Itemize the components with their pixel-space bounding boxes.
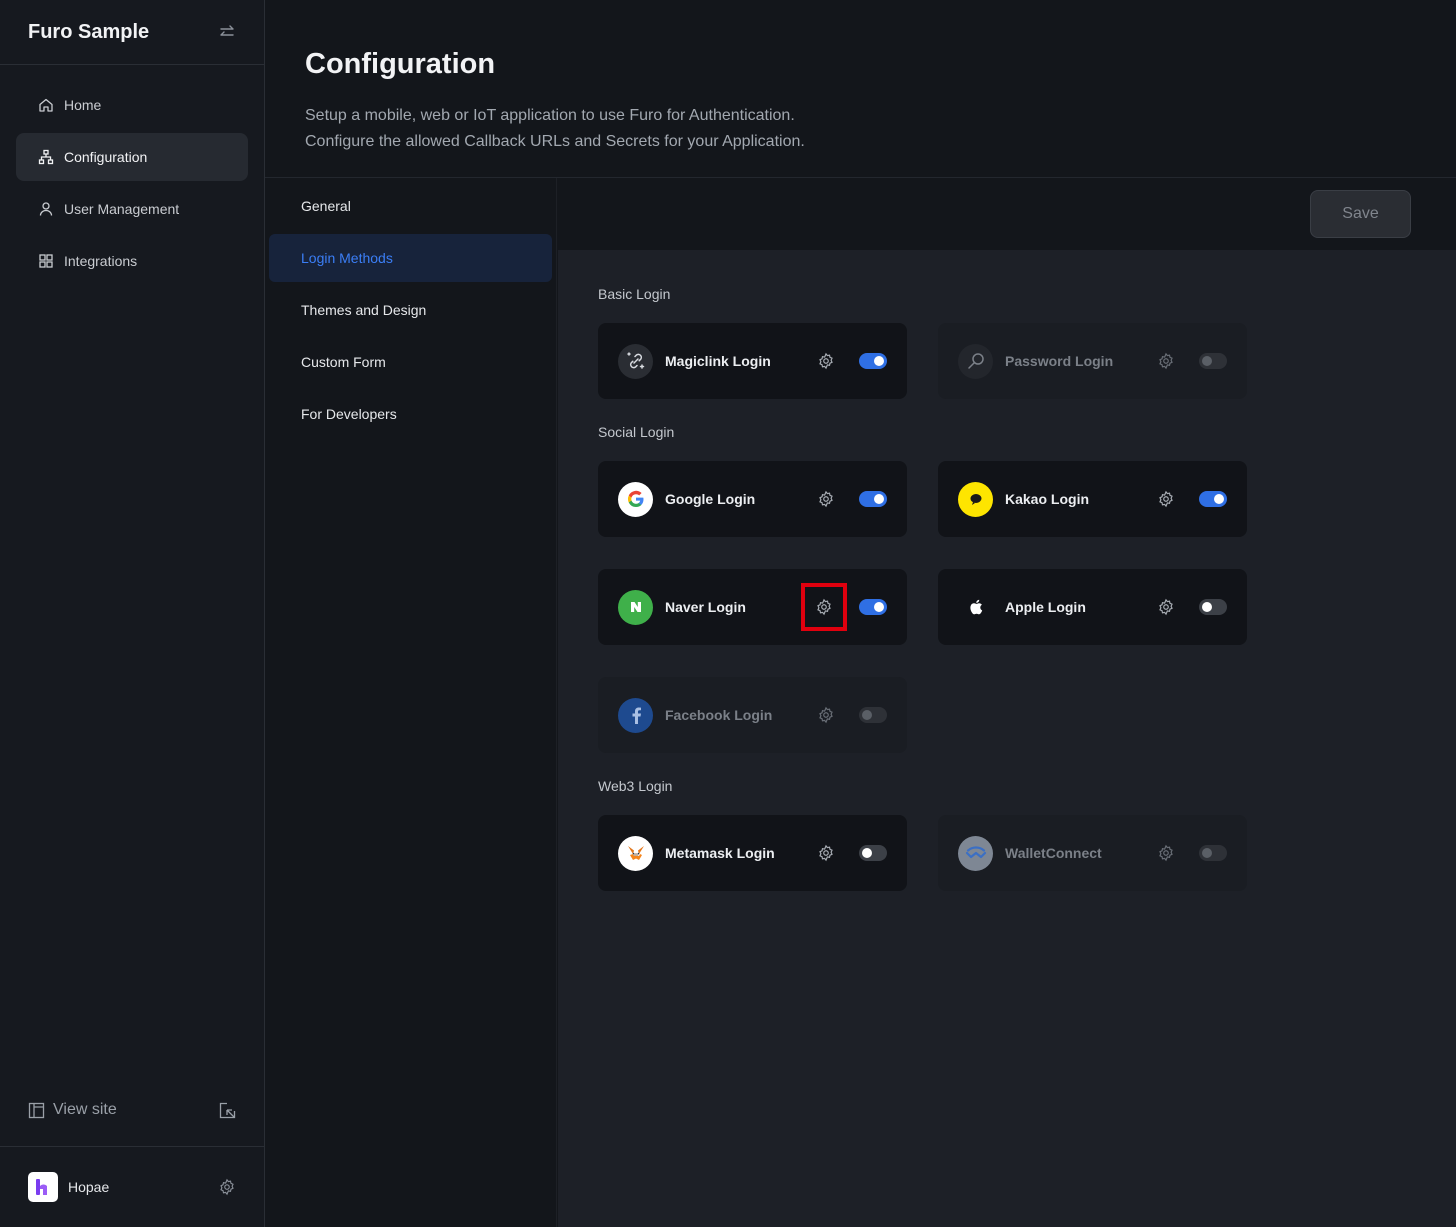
google-toggle[interactable] [859,491,887,507]
hopae-logo-icon [36,1179,47,1195]
magiclink-toggle[interactable] [859,353,887,369]
sidebar-item-label: Home [64,97,102,113]
kakao-settings-gear-icon[interactable] [1151,484,1181,514]
login-card-apple: Apple Login [938,569,1247,645]
page-description-line-2: Configure the allowed Callback URLs and … [305,133,805,150]
walletconnect-toggle[interactable] [1199,845,1227,861]
main: Configuration Setup a mobile, web or IoT… [265,0,1456,1227]
toolbar: Save [558,178,1456,250]
naver-icon [618,589,653,625]
card-label: Google Login [665,491,756,507]
login-methods-panel: Save Basic Login Magiclink Login Passwor… [558,178,1456,1227]
page-title: Configuration [305,48,496,80]
user-name: Hopae [68,1179,110,1195]
tab-login-methods[interactable]: Login Methods [269,234,552,282]
tab-for-developers[interactable]: For Developers [269,390,552,438]
sidebar-item-label: Integrations [64,253,138,269]
walletconnect-settings-gear-icon[interactable] [1151,838,1181,868]
sidebar: Furo Sample Home Configuration User Mana… [0,0,265,1227]
apple-settings-gear-icon[interactable] [1151,592,1181,622]
collapse-sidebar-icon[interactable] [218,23,236,41]
facebook-toggle[interactable] [859,707,887,723]
avatar [28,1172,58,1202]
section-title-social: Social Login [598,424,675,440]
sidebar-nav: Home Configuration User Management Integ… [0,65,264,305]
config-subnav: General Login Methods Themes and Design … [265,178,557,1227]
google-settings-gear-icon[interactable] [811,484,841,514]
naver-toggle[interactable] [859,599,887,615]
section-title-basic: Basic Login [598,286,671,302]
tab-custom-form[interactable]: Custom Form [269,338,552,386]
card-label: Facebook Login [665,707,773,723]
home-icon [39,98,53,112]
view-site-link[interactable]: View site [28,1101,117,1119]
key-icon [958,343,993,379]
section-title-web3: Web3 Login [598,778,673,794]
login-card-walletconnect: WalletConnect [938,815,1247,891]
sidebar-item-configuration[interactable]: Configuration [16,133,248,181]
sidebar-header: Furo Sample [0,0,264,65]
login-card-password: Password Login [938,323,1247,399]
password-toggle[interactable] [1199,353,1227,369]
sitemap-icon [38,149,54,165]
kakao-toggle[interactable] [1199,491,1227,507]
apple-toggle[interactable] [1199,599,1227,615]
login-card-magiclink: Magiclink Login [598,323,907,399]
view-site-row: View site [0,1086,264,1134]
account-settings-icon[interactable] [218,1178,236,1196]
save-button[interactable]: Save [1310,190,1411,238]
magiclink-settings-gear-icon[interactable] [811,346,841,376]
basic-login-grid: Magiclink Login Password Login [598,323,1416,399]
external-link-icon[interactable] [219,1102,236,1119]
card-label: Naver Login [665,599,746,615]
facebook-settings-gear-icon[interactable] [811,700,841,730]
grid-icon [39,254,53,268]
tab-themes-and-design[interactable]: Themes and Design [269,286,552,334]
walletconnect-icon [958,835,993,871]
card-label: Password Login [1005,353,1114,369]
login-sections: Basic Login Magiclink Login Password Log… [558,250,1456,891]
password-settings-gear-icon[interactable] [1151,346,1181,376]
google-icon [618,481,653,517]
card-label: Apple Login [1005,599,1086,615]
card-label: WalletConnect [1005,845,1102,861]
kakao-icon [958,481,993,517]
card-label: Magiclink Login [665,353,771,369]
metamask-settings-gear-icon[interactable] [811,838,841,868]
app-title: Furo Sample [28,20,150,43]
card-label: Metamask Login [665,845,775,861]
login-card-google: Google Login [598,461,907,537]
sidebar-item-user-management[interactable]: User Management [16,185,248,233]
facebook-icon [618,697,653,733]
login-card-metamask: Metamask Login [598,815,907,891]
card-label: Kakao Login [1005,491,1090,507]
page-header: Configuration Setup a mobile, web or IoT… [265,0,1456,178]
apple-icon [958,590,993,625]
sidebar-item-label: User Management [64,201,180,217]
user-row: Hopae [0,1146,264,1227]
social-login-grid: Google Login Kakao Login Naver Login App… [598,461,1416,753]
login-card-naver: Naver Login [598,569,907,645]
sidebar-item-integrations[interactable]: Integrations [16,237,248,285]
user-account[interactable]: Hopae [28,1172,109,1202]
user-icon [39,202,53,216]
metamask-icon [618,835,653,871]
naver-settings-gear-icon[interactable] [801,583,847,631]
page-description-line-1: Setup a mobile, web or IoT application t… [305,107,795,124]
sidebar-item-label: Configuration [64,149,148,165]
metamask-toggle[interactable] [859,845,887,861]
magic-link-icon [618,343,653,379]
web3-login-grid: Metamask Login WalletConnect [598,815,1416,891]
sidebar-item-home[interactable]: Home [16,81,248,129]
layout-icon [28,1102,45,1118]
view-site-label: View site [53,1101,117,1118]
login-card-kakao: Kakao Login [938,461,1247,537]
login-card-facebook: Facebook Login [598,677,907,753]
tab-general[interactable]: General [269,182,552,230]
